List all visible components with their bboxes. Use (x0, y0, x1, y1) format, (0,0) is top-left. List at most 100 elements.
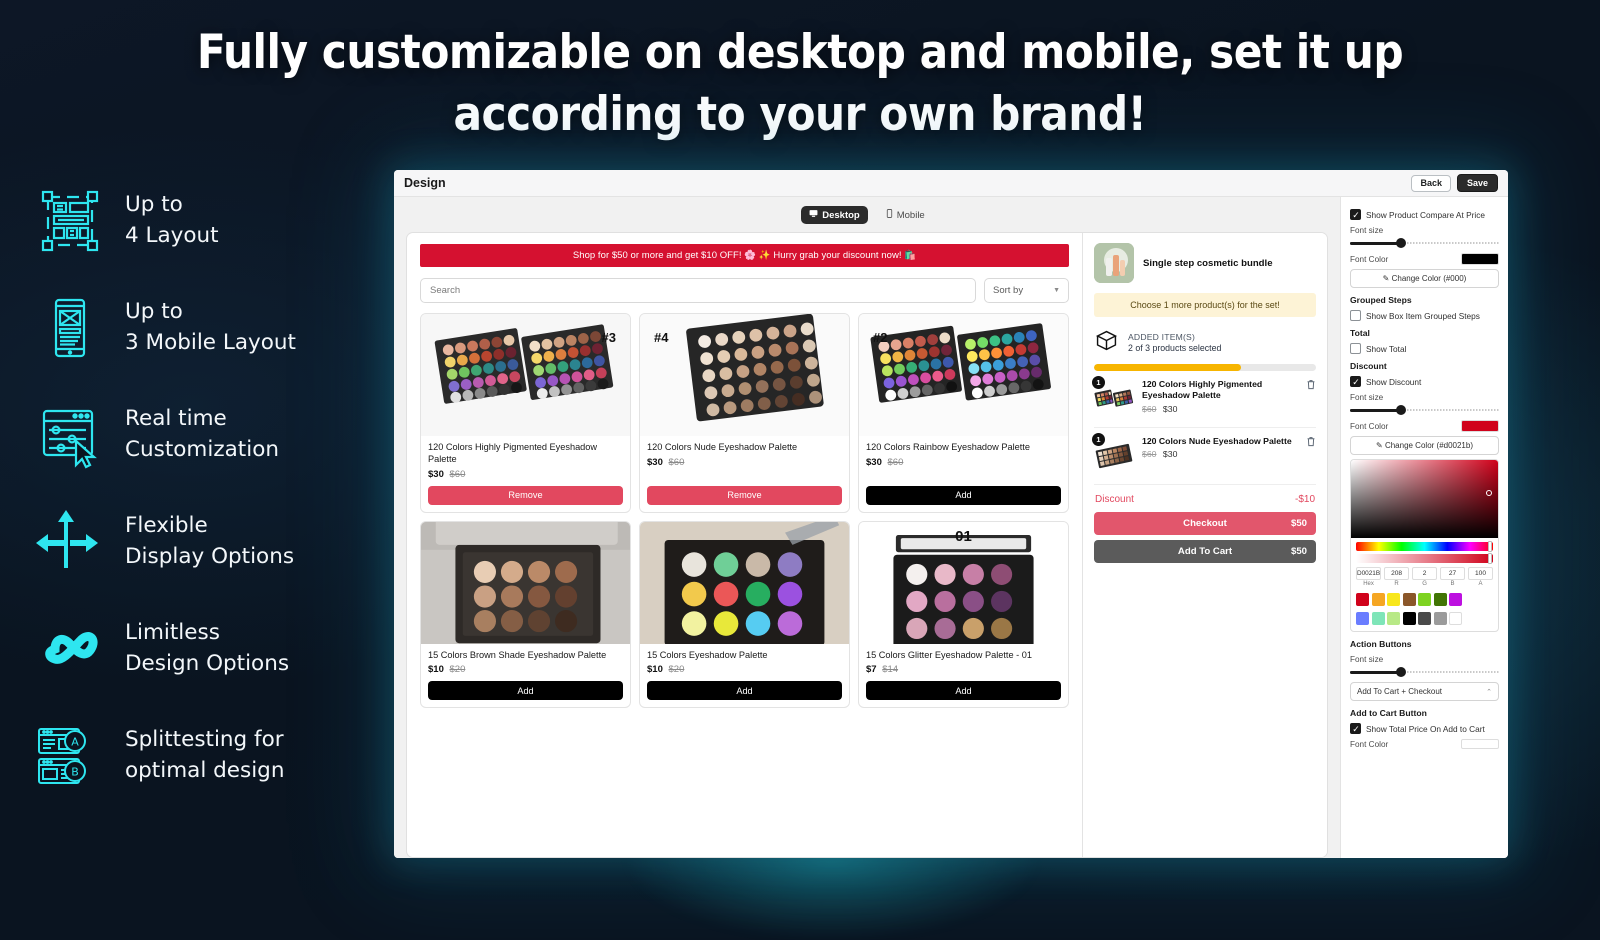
show-compare-at-price-row[interactable]: Show Product Compare At Price (1350, 209, 1499, 221)
grouped-steps-heading: Grouped Steps (1350, 295, 1412, 305)
bottom-font-color-swatch[interactable] (1461, 739, 1499, 749)
color-swatch[interactable] (1387, 593, 1400, 606)
checkbox-show-total-price[interactable] (1350, 723, 1361, 735)
feature-item: A B Splittesting for optimal design (32, 718, 372, 794)
bottom-font-color-label: Font Color (1350, 739, 1389, 749)
hex-field-cell: D0021B Hex (1356, 567, 1382, 587)
compare-font-size-slider[interactable] (1350, 237, 1499, 249)
color-swatch[interactable] (1356, 612, 1369, 625)
color-swatch[interactable] (1433, 612, 1447, 625)
color-swatch[interactable] (1433, 593, 1447, 606)
add-to-cart-button[interactable]: Add To Cart $50 (1094, 540, 1316, 563)
blue-input[interactable]: 27 (1440, 567, 1466, 580)
color-swatches-row-1[interactable] (1351, 589, 1498, 612)
product-price-current: $30 (647, 456, 663, 468)
checkbox-show-grouped-steps[interactable] (1350, 310, 1361, 321)
product-image: #3 (421, 314, 630, 436)
action-font-size-slider[interactable] (1350, 666, 1499, 678)
trash-icon[interactable] (1306, 379, 1316, 393)
green-input[interactable]: 2 (1412, 567, 1438, 580)
product-card[interactable]: #3 120 Colors Highly Pigmented Eyeshadow… (420, 313, 631, 513)
product-price-current: $7 (866, 664, 877, 676)
bundle-progress-bar (1094, 364, 1316, 371)
color-swatch[interactable] (1402, 612, 1416, 625)
sort-by-select[interactable]: Sort by ▼ (984, 278, 1069, 303)
color-swatches-row-2[interactable] (1351, 612, 1498, 631)
alpha-input[interactable]: 100 (1468, 567, 1493, 580)
product-info: 15 Colors Eyeshadow Palette $10 $20 (640, 644, 849, 676)
hue-handle[interactable] (1488, 541, 1492, 552)
color-swatch[interactable] (1449, 593, 1462, 606)
tab-desktop[interactable]: Desktop (801, 206, 868, 224)
color-picker[interactable]: D0021B Hex 208 R 2 G 27 B 100 A (1350, 459, 1499, 632)
feature-list: Up to 4 Layout Up to 3 Mobile Layout Rea… (32, 183, 372, 794)
color-picker-handle[interactable] (1486, 490, 1492, 496)
product-name: 15 Colors Eyeshadow Palette (647, 649, 768, 660)
product-card[interactable]: 15 Colors Brown Shade Eyeshadow Palette … (420, 520, 631, 709)
choose-more-note: Choose 1 more product(s) for the set! (1094, 293, 1316, 317)
product-action-button[interactable]: Remove (647, 485, 842, 505)
discount-change-color-button[interactable]: ✎ Change Color (#d0021b) (1350, 436, 1499, 455)
alpha-handle[interactable] (1488, 553, 1492, 564)
back-button[interactable]: Back (1411, 174, 1451, 192)
alpha-slider[interactable] (1356, 553, 1493, 564)
product-action-button[interactable]: Add (428, 681, 623, 701)
hue-slider[interactable] (1356, 541, 1493, 552)
discount-color-swatch[interactable] (1461, 420, 1499, 432)
product-action-button[interactable]: Add (866, 485, 1061, 505)
color-swatch[interactable] (1387, 612, 1400, 625)
color-swatch[interactable] (1418, 593, 1431, 606)
feature-label: Real time Customization (125, 406, 279, 462)
preview-card: Shop for $50 or more and get $10 OFF! 🌸 … (406, 232, 1328, 858)
color-swatch[interactable] (1356, 593, 1369, 606)
color-swatch[interactable] (1449, 612, 1462, 625)
color-swatch[interactable] (1418, 612, 1431, 625)
action-buttons-select[interactable]: Add To Cart + Checkout ⌃ (1350, 682, 1499, 701)
slider-knob[interactable] (1396, 405, 1407, 415)
color-swatch[interactable] (1402, 593, 1416, 606)
color-swatch[interactable] (1371, 593, 1385, 606)
color-picker-saturation-area[interactable] (1351, 460, 1498, 538)
red-input[interactable]: 208 (1384, 567, 1410, 580)
show-grouped-steps-row[interactable]: Show Box Item Grouped Steps (1350, 310, 1499, 321)
save-button[interactable]: Save (1456, 174, 1498, 192)
show-discount-row[interactable]: Show Discount (1350, 376, 1499, 388)
discount-font-size-slider[interactable] (1350, 404, 1499, 416)
chevron-down-icon: ▼ (1053, 287, 1060, 294)
cart-item: 1 (1092, 371, 1316, 428)
compare-change-color-label: Change Color (#000) (1391, 274, 1467, 283)
cart-item-details: 120 Colors Nude Eyeshadow Palette $60 $3… (1142, 436, 1298, 459)
product-card[interactable]: 01 15 Colors Glitter Eyeshadow Palette -… (858, 520, 1069, 709)
added-items-count: 2 of 3 products selected (1128, 342, 1222, 353)
pencil-icon: ✎ (1382, 274, 1390, 283)
show-total-row[interactable]: Show Total (1350, 343, 1499, 354)
product-price-current: $10 (647, 664, 663, 676)
checkbox-show-discount[interactable] (1350, 376, 1361, 388)
product-action-button[interactable]: Add (866, 681, 1061, 701)
show-total-price-row[interactable]: Show Total Price On Add to Cart (1350, 723, 1499, 735)
layout-grid-icon (32, 183, 108, 259)
product-action-button[interactable]: Add (647, 681, 842, 701)
trash-icon[interactable] (1306, 436, 1316, 450)
product-card[interactable]: #4 120 Colors Nude Eyeshadow Palette $30… (639, 313, 850, 513)
compare-change-color-button[interactable]: ✎ Change Color (#000) (1350, 269, 1499, 288)
tab-mobile[interactable]: Mobile (878, 206, 933, 224)
slider-knob[interactable] (1396, 238, 1407, 248)
search-input[interactable]: Search (420, 278, 976, 303)
settings-panel: Show Product Compare At Price Font size … (1340, 197, 1508, 858)
slider-knob[interactable] (1396, 667, 1407, 677)
checkout-button[interactable]: Checkout $50 (1094, 512, 1316, 535)
compare-color-swatch[interactable] (1461, 253, 1499, 265)
cart-item-thumbnail: 1 (1092, 433, 1134, 476)
hex-input[interactable]: D0021B (1356, 567, 1382, 580)
product-price-compare: $20 (668, 664, 685, 676)
color-swatch[interactable] (1371, 612, 1385, 625)
checkbox-show-total[interactable] (1350, 343, 1361, 354)
product-action-button[interactable]: Remove (428, 485, 623, 505)
product-card[interactable]: #2 120 Colors Rainbow Eyeshadow Palette … (858, 313, 1069, 513)
action-font-size-label: Font size (1350, 655, 1384, 664)
product-card[interactable]: 15 Colors Eyeshadow Palette $10 $20 Add (639, 520, 850, 709)
product-grid: #3 120 Colors Highly Pigmented Eyeshadow… (420, 313, 1069, 709)
show-discount-label: Show Discount (1366, 376, 1422, 387)
checkbox-show-compare-at-price[interactable] (1350, 209, 1361, 221)
